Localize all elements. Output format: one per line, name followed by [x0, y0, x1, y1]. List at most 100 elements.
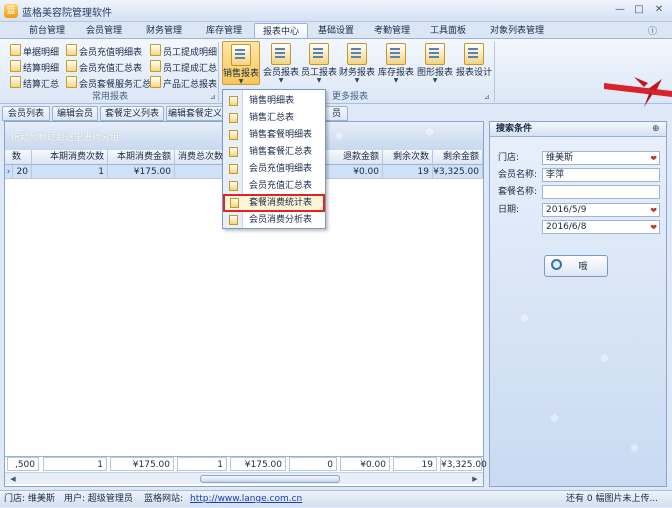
chart-report-button[interactable]: 图形报表 ▼ — [416, 41, 454, 85]
member-recharge-summary-button[interactable]: 会员充值汇总表 — [66, 60, 142, 74]
tab-tools[interactable]: 工具面板 — [424, 23, 472, 39]
column-header[interactable]: 本期消费次数 — [32, 150, 108, 165]
group-hint: 拖动列标题到这里进行分组 — [11, 133, 120, 143]
staff-commission-detail-button[interactable]: 员工提成明细 — [150, 44, 217, 58]
column-header[interactable]: 剩余金额 — [433, 150, 483, 165]
tab-member[interactable]: 会员管理 — [78, 23, 130, 39]
report-design-icon — [464, 43, 484, 65]
product-summary-button[interactable]: 产品汇总报表 — [150, 76, 217, 90]
staff-commission-summary-button[interactable]: 员工提成汇总 — [150, 60, 217, 74]
total-count: ,500 — [7, 457, 39, 471]
snowflake-icon: ❄ — [630, 442, 640, 455]
snowflake-icon: ❄ — [520, 312, 530, 325]
tab-finance[interactable]: 财务管理 — [140, 23, 188, 39]
doc-tab-package-list[interactable]: 套餐定义列表 — [100, 106, 164, 121]
report-icon — [229, 113, 238, 123]
menu-item-package-sales-summary[interactable]: 销售套餐汇总表 — [225, 144, 323, 160]
staff-report-button[interactable]: 员工报表 ▼ — [300, 41, 338, 85]
tab-inventory[interactable]: 库存管理 — [200, 23, 248, 39]
finance-report-button[interactable]: 财务报表 ▼ — [338, 41, 376, 85]
column-header[interactable]: 剩余次数 — [383, 150, 433, 165]
scroll-right-icon[interactable]: ▶ — [469, 474, 481, 484]
total-refund: ¥0.00 — [340, 457, 390, 471]
dropdown-arrow-icon[interactable]: ❤ — [650, 204, 657, 217]
member-name-label: 会员名称: — [498, 170, 538, 180]
total-amount: ¥175.00 — [230, 457, 286, 471]
menu-item-sales-detail[interactable]: 销售明细表 — [225, 93, 323, 109]
menu-item-package-sales-detail[interactable]: 销售套餐明细表 — [225, 127, 323, 143]
member-package-service-button[interactable]: 会员套餐服务汇总 — [66, 76, 151, 90]
report-icon — [10, 60, 21, 72]
inventory-report-icon — [386, 43, 406, 65]
status-bar: 门店: 维美斯 用户: 超级管理员 蓝格网站: http://www.lange… — [0, 490, 672, 507]
search-button[interactable]: 哦 — [544, 255, 608, 277]
minimize-icon[interactable]: — — [612, 3, 628, 17]
scroll-thumb[interactable] — [200, 475, 340, 483]
dropdown-arrow-icon[interactable]: ❤ — [650, 152, 657, 165]
pin-icon[interactable]: ⊕ — [652, 124, 660, 134]
group-expand-icon[interactable]: ⊿ — [210, 93, 216, 101]
report-icon — [229, 147, 238, 157]
horizontal-scrollbar[interactable]: ◀ ▶ — [5, 472, 483, 484]
status-user: 用户: 超级管理员 — [64, 494, 133, 504]
column-header[interactable]: 数 — [5, 150, 32, 165]
snowflake-icon: ❄ — [550, 412, 560, 425]
dropdown-arrow-icon[interactable]: ❤ — [650, 221, 657, 234]
report-icon — [66, 76, 77, 88]
menu-item-member-consumption-analysis[interactable]: 会员消费分析表 — [225, 212, 323, 228]
total-remain-amount: ¥3,325.00 — [440, 457, 487, 471]
package-name-input[interactable] — [542, 185, 660, 199]
report-icon — [229, 130, 238, 140]
store-select[interactable]: 维美斯 ❤ — [542, 151, 660, 165]
site-link[interactable]: http://www.lange.com.cn — [190, 491, 302, 508]
package-name-label: 套餐名称: — [498, 187, 538, 197]
help-icon[interactable]: ⓘ — [648, 24, 657, 37]
member-name-input[interactable]: 李萍 — [542, 168, 660, 182]
sales-report-button[interactable]: 销售报表 ▼ — [222, 41, 260, 85]
date-label: 日期: — [498, 205, 520, 215]
snowflake-icon: ❄ — [425, 126, 435, 139]
settlement-summary-button[interactable]: 结算汇总 — [10, 76, 59, 90]
doc-tab-edit-package[interactable]: 编辑套餐定义 — [166, 106, 224, 121]
settlement-detail-button[interactable]: 结算明细 — [10, 60, 59, 74]
scroll-left-icon[interactable]: ◀ — [7, 474, 19, 484]
total-zero: 0 — [289, 457, 337, 471]
tab-object-list[interactable]: 对象列表管理 — [484, 23, 550, 39]
tab-report-center[interactable]: 报表中心 — [254, 23, 308, 39]
end-date-picker[interactable]: 2016/6/8 ❤ — [542, 220, 660, 234]
column-header[interactable]: 本期消费金额 — [108, 150, 175, 165]
member-report-button[interactable]: 会员报表 ▼ — [262, 41, 300, 85]
menu-item-sales-summary[interactable]: 销售汇总表 — [225, 110, 323, 126]
menu-item-package-consumption-stats[interactable]: 套餐消费统计表 — [223, 194, 325, 212]
inventory-report-button[interactable]: 库存报表 ▼ — [377, 41, 415, 85]
close-icon[interactable]: ✕ — [651, 3, 667, 17]
search-panel-title: 搜索条件 — [490, 122, 666, 137]
chevron-down-icon: ▼ — [432, 77, 438, 84]
tab-front-desk[interactable]: 前台管理 — [22, 23, 72, 39]
app-logo-icon: 蓝 — [4, 4, 18, 18]
snowflake-icon: ❄ — [335, 130, 345, 143]
store-label: 门店: — [498, 153, 520, 163]
cell-period-times: 1 — [32, 165, 108, 179]
member-recharge-detail-button[interactable]: 会员充值明细表 — [66, 44, 142, 58]
report-design-button[interactable]: 报表设计 — [455, 41, 493, 85]
menu-item-recharge-summary[interactable]: 会员充值汇总表 — [225, 178, 323, 194]
detail-voucher-button[interactable]: 单据明细 — [10, 44, 59, 58]
doc-tab-member-list[interactable]: 会员列表 — [2, 106, 50, 121]
column-header[interactable]: 退款金额 — [331, 150, 383, 165]
start-date-picker[interactable]: 2016/5/9 ❤ — [542, 203, 660, 217]
tab-attendance[interactable]: 考勤管理 — [368, 23, 416, 39]
menu-item-recharge-detail[interactable]: 会员充值明细表 — [225, 161, 323, 177]
tab-basic-settings[interactable]: 基础设置 — [312, 23, 360, 39]
doc-tab-edit-member[interactable]: 编辑会员 — [52, 106, 98, 121]
chevron-down-icon: ▼ — [238, 78, 244, 85]
group-expand-icon[interactable]: ⊿ — [484, 93, 490, 101]
report-icon — [229, 164, 238, 174]
column-header[interactable]: 消费总次数 — [175, 150, 227, 165]
maximize-icon[interactable]: □ — [631, 3, 647, 17]
row-indicator-icon: › — [5, 165, 13, 179]
finance-report-icon — [347, 43, 367, 65]
sales-report-dropdown: 销售明细表 销售汇总表 销售套餐明细表 销售套餐汇总表 会员充值明细表 会员充值… — [222, 89, 326, 229]
doc-tab-partial[interactable]: 员 — [326, 106, 348, 121]
chart-report-icon — [425, 43, 445, 65]
